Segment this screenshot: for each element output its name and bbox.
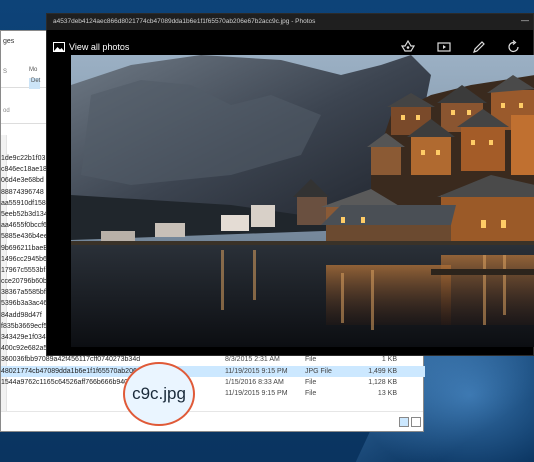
file-row[interactable]: 48021774cb47089dda1b6e1f1f65570ab206e6 11…: [1, 365, 425, 377]
file-date: 8/3/2015 2:31 AM: [225, 356, 280, 364]
photos-app-window: a4537deb4124aec866d8021774cb47089dda1b6e…: [46, 13, 534, 356]
file-date: 11/19/2015 9:15 PM: [225, 367, 288, 375]
file-type: JPG File: [305, 367, 332, 375]
file-type: File: [305, 378, 317, 386]
gallery-icon[interactable]: [53, 42, 65, 52]
minimize-button[interactable]: —: [521, 16, 529, 25]
file-type: File: [305, 356, 317, 364]
window-title: a4537deb4124aec866d8021774cb47089dda1b6e…: [53, 18, 316, 25]
view-all-photos-link[interactable]: View all photos: [69, 42, 129, 52]
file-row[interactable]: 1544a9762c1165c64526aff766b666b9408eaae 1…: [1, 377, 425, 388]
file-type: File: [305, 389, 317, 397]
edit-icon[interactable]: [470, 38, 488, 56]
file-row[interactable]: 11/19/2015 9:15 PM File 13 KB: [1, 388, 425, 399]
file-row[interactable]: 360036fbb97089a42f456117cff0740273b34d 8/…: [1, 354, 425, 365]
slideshow-icon[interactable]: [435, 38, 453, 56]
tab-mo[interactable]: Mo: [29, 67, 40, 78]
enhance-icon[interactable]: [399, 38, 417, 56]
explorer-view-tabs: Mo Det: [29, 67, 41, 89]
details-view-icon[interactable]: [399, 417, 409, 427]
file-date: 11/19/2015 9:15 PM: [225, 389, 288, 397]
status-bar: [1, 411, 423, 431]
rotate-icon[interactable]: [505, 38, 523, 56]
explorer-title: ges: [3, 38, 15, 45]
file-size: 13 KB: [377, 389, 397, 397]
explorer-search-fragment[interactable]: od: [3, 108, 10, 114]
file-size: 1,499 KB: [368, 367, 397, 375]
filename-callout: c9c.jpg: [123, 362, 195, 426]
callout-text: c9c.jpg: [132, 384, 186, 403]
photos-titlebar: a4537deb4124aec866d8021774cb47089dda1b6e…: [47, 14, 533, 30]
tab-details[interactable]: Det: [29, 78, 41, 89]
explorer-nav-label: S: [3, 69, 8, 75]
photo-image[interactable]: [71, 55, 534, 347]
large-icons-view-icon[interactable]: [411, 417, 421, 427]
file-date: 1/15/2016 8:33 AM: [225, 378, 284, 386]
file-size: 1,128 KB: [368, 378, 397, 386]
file-size: 1 KB: [381, 356, 397, 364]
